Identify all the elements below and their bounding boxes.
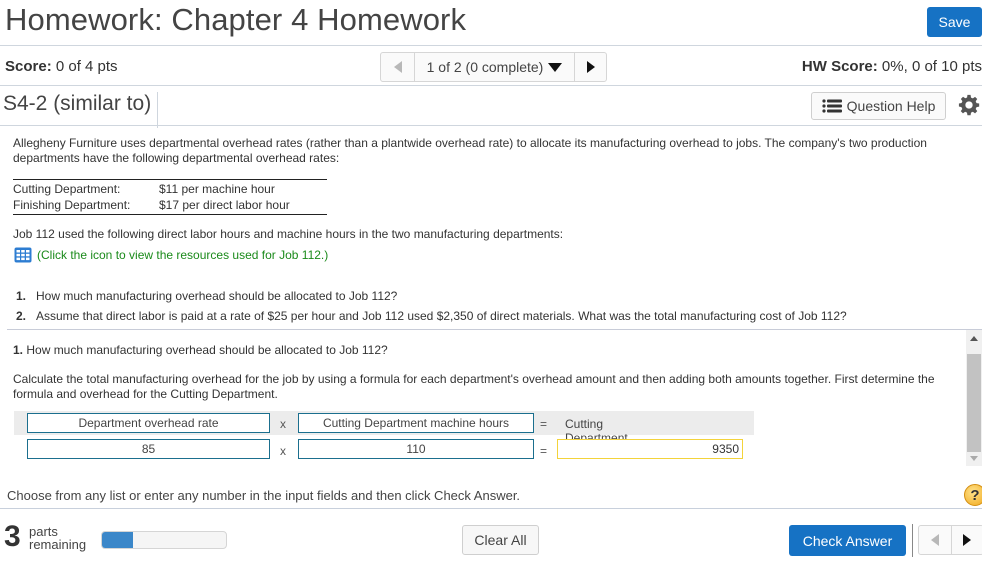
- help-question-icon[interactable]: ?: [964, 484, 982, 506]
- job-resources-link[interactable]: (Click the icon to view the resources us…: [14, 247, 328, 263]
- question-item: 2. Assume that direct labor is paid at a …: [16, 306, 847, 326]
- rate-row: Finishing Department: $17 per direct lab…: [13, 197, 327, 213]
- page-title: Homework: Chapter 4 Homework: [5, 2, 467, 37]
- rate-department: Finishing Department:: [13, 198, 131, 212]
- formula-label-middle-text: Cutting Department machine hours: [322, 416, 510, 430]
- question-item: 1. How much manufacturing overhead should…: [16, 286, 847, 306]
- check-answer-button[interactable]: Check Answer: [789, 525, 906, 556]
- overhead-rates-table: Cutting Department: $11 per machine hour…: [13, 179, 327, 215]
- problem-intro: Allegheny Furniture uses departmental ov…: [13, 136, 927, 165]
- parts-label-line2: remaining: [29, 537, 87, 552]
- previous-question-button[interactable]: [919, 526, 952, 554]
- rate-row: Cutting Department: $11 per machine hour: [13, 181, 327, 197]
- part-question: 1. How much manufacturing overhead shoul…: [13, 343, 388, 357]
- machine-hours-value: 110: [406, 442, 426, 456]
- question-bar: S4-2 (similar to) Question Help: [0, 86, 982, 128]
- question-number: 1.: [16, 289, 27, 303]
- next-question-button[interactable]: [952, 526, 982, 554]
- equals-operator: =: [540, 444, 548, 458]
- score-value: 0 of 4 pts: [51, 58, 118, 75]
- job-description: Job 112 used the following direct labor …: [13, 227, 564, 241]
- parts-remaining-label: parts remaining: [29, 525, 86, 551]
- table-grid-icon[interactable]: [14, 247, 32, 263]
- question-text: How much manufacturing overhead should b…: [36, 289, 398, 303]
- scroll-down-arrow-icon[interactable]: [970, 456, 978, 461]
- question-selector-label: 1 of 2 (0 complete): [426, 59, 544, 75]
- formula-label-middle[interactable]: Cutting Department machine hours: [298, 413, 534, 433]
- question-help-button[interactable]: Question Help: [811, 92, 946, 120]
- question-id: S4-2 (similar to): [3, 92, 159, 128]
- formula-label-left[interactable]: Department overhead rate: [27, 413, 270, 433]
- hw-score: HW Score: 0%, 0 of 10 pts: [802, 58, 982, 75]
- overhead-rate-input[interactable]: 85: [27, 439, 270, 459]
- rate-value: $17 per direct labor hour: [159, 198, 290, 212]
- score-bar: Score: 0 of 4 pts 1 of 2 (0 complete) HW…: [0, 46, 982, 86]
- scrollbar-thumb[interactable]: [967, 354, 981, 452]
- cutting-overhead-value: 9350: [712, 442, 739, 456]
- question-text: Assume that direct labor is paid at a ra…: [36, 309, 847, 323]
- triangle-left-icon: [930, 534, 939, 546]
- overhead-rate-value: 85: [141, 442, 156, 456]
- question-selector[interactable]: 1 of 2 (0 complete): [415, 53, 574, 81]
- question-help-label: Question Help: [846, 98, 936, 114]
- question-number: 2.: [16, 309, 27, 323]
- multiply-operator: x: [280, 417, 286, 431]
- score: Score: 0 of 4 pts: [5, 58, 118, 75]
- rate-department: Cutting Department:: [13, 182, 121, 196]
- gear-icon[interactable]: [958, 94, 980, 116]
- bottom-pager: [918, 525, 982, 555]
- hw-score-label: HW Score:: [801, 58, 878, 75]
- save-button[interactable]: Save: [927, 7, 982, 37]
- vertical-separator: [912, 524, 913, 557]
- answer-scrollbar[interactable]: [966, 330, 982, 466]
- part-question-text: How much manufacturing overhead should b…: [23, 343, 388, 357]
- answer-hint: Choose from any list or enter any number…: [7, 488, 521, 503]
- part-number: 1.: [13, 343, 24, 357]
- triangle-right-icon: [963, 534, 972, 546]
- formula-label-left-text: Department overhead rate: [78, 416, 219, 430]
- equals-operator: =: [540, 417, 548, 431]
- previous-question-button[interactable]: [381, 53, 415, 81]
- divider: [0, 508, 982, 509]
- clear-all-button[interactable]: Clear All: [462, 525, 539, 555]
- job-resources-link-text[interactable]: (Click the icon to view the resources us…: [37, 248, 328, 262]
- next-question-button[interactable]: [574, 53, 606, 81]
- rate-value: $11 per machine hour: [159, 182, 275, 196]
- parts-progress-fill: [102, 532, 133, 548]
- triangle-left-icon: [393, 61, 402, 73]
- parts-progress-bar: [101, 531, 227, 549]
- title-bar: Homework: Chapter 4 Homework Save: [0, 0, 982, 46]
- question-list: 1. How much manufacturing overhead should…: [16, 286, 847, 326]
- answer-pane: 1. How much manufacturing overhead shoul…: [0, 330, 982, 470]
- cutting-overhead-input[interactable]: 9350: [557, 439, 743, 459]
- scroll-up-arrow-icon[interactable]: [970, 336, 978, 341]
- list-icon: [822, 99, 842, 113]
- caret-down-icon: [548, 62, 563, 72]
- instructions: Calculate the total manufacturing overhe…: [13, 372, 935, 401]
- machine-hours-input[interactable]: 110: [298, 439, 534, 459]
- multiply-operator: x: [280, 444, 286, 458]
- parts-remaining-count: 3: [4, 520, 21, 553]
- score-label: Score:: [5, 58, 52, 75]
- triangle-right-icon: [586, 61, 595, 73]
- question-pager: 1 of 2 (0 complete): [380, 52, 607, 82]
- hw-score-value: 0%, 0 of 10 pts: [877, 58, 982, 75]
